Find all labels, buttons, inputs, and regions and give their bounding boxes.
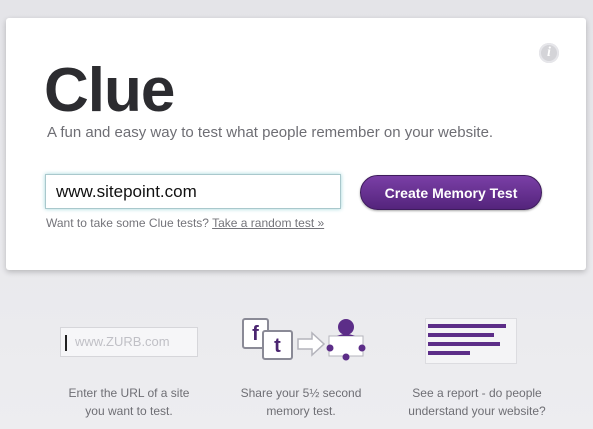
random-test-link[interactable]: Take a random test » — [212, 216, 324, 230]
create-memory-test-button[interactable]: Create Memory Test — [360, 175, 542, 210]
url-input[interactable] — [45, 174, 341, 209]
report-bar — [428, 351, 470, 355]
example-url-field: www.ZURB.com — [60, 327, 198, 357]
info-icon[interactable]: i — [539, 43, 559, 63]
arrow-right-icon — [297, 331, 326, 357]
twitter-icon: t — [262, 330, 293, 360]
report-bar — [428, 324, 506, 328]
step-1-caption: Enter the URL of a site you want to test… — [49, 384, 209, 420]
step-2-caption-line2: memory test. — [266, 404, 336, 418]
step-3-caption: See a report - do people understand your… — [397, 384, 557, 420]
random-test-hint: Want to take some Clue tests? Take a ran… — [46, 216, 324, 230]
step-1-caption-line2: you want to test. — [85, 404, 173, 418]
person-icon — [326, 319, 366, 361]
step-3-caption-line1: See a report - do people — [412, 386, 542, 400]
report-bar — [428, 333, 494, 337]
hint-text: Want to take some Clue tests? — [46, 216, 209, 230]
report-bar — [428, 342, 500, 346]
report-icon — [425, 318, 517, 364]
page: i Clue A fun and easy way to test what p… — [0, 0, 593, 429]
step-2-caption-line1: Share your 5½ second — [240, 386, 362, 400]
step-1-caption-line1: Enter the URL of a site — [68, 386, 190, 400]
tagline: A fun and easy way to test what people r… — [47, 124, 494, 141]
example-url-placeholder: www.ZURB.com — [75, 334, 170, 349]
step-2-caption: Share your 5½ second memory test. — [221, 384, 381, 420]
step-3-caption-line2: understand your website? — [408, 404, 546, 418]
logo: Clue — [44, 56, 175, 125]
